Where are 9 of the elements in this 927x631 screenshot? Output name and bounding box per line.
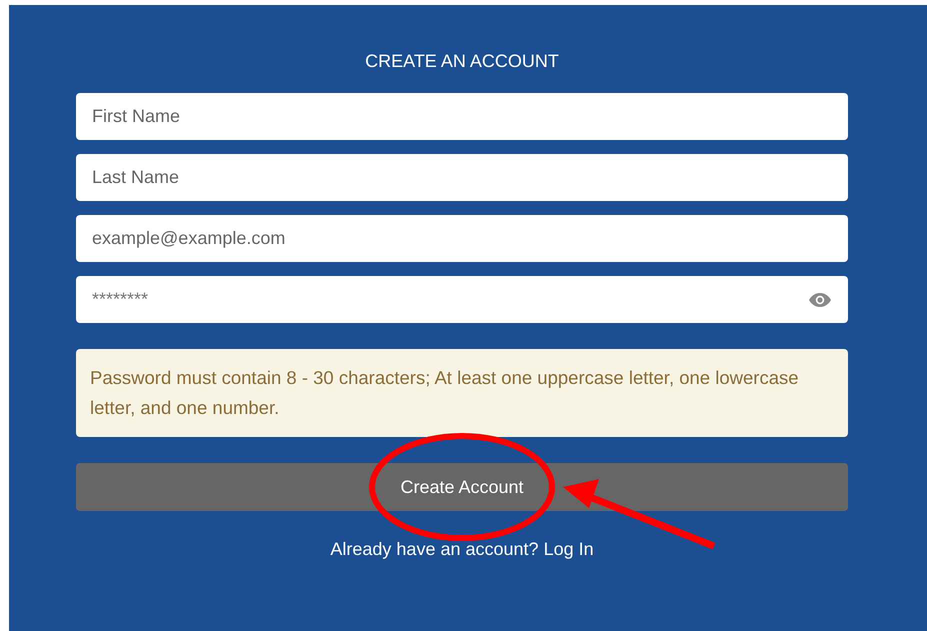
login-link[interactable]: Log In [544, 539, 594, 559]
input-field[interactable]: example@example.com [76, 215, 848, 262]
form-title: CREATE AN ACCOUNT [364, 51, 560, 72]
password-hint: Password must contain 8 - 30 characters; At least one uppercase letter, one lowercase letter, and one number. [76, 349, 848, 437]
password-field[interactable]: ******** [76, 276, 848, 323]
login-prompt: Already have an account? Log In [329, 539, 595, 560]
eye-icon[interactable] [808, 292, 832, 308]
input-field[interactable]: First Name [76, 93, 848, 140]
input-field[interactable]: Last Name [76, 154, 848, 201]
